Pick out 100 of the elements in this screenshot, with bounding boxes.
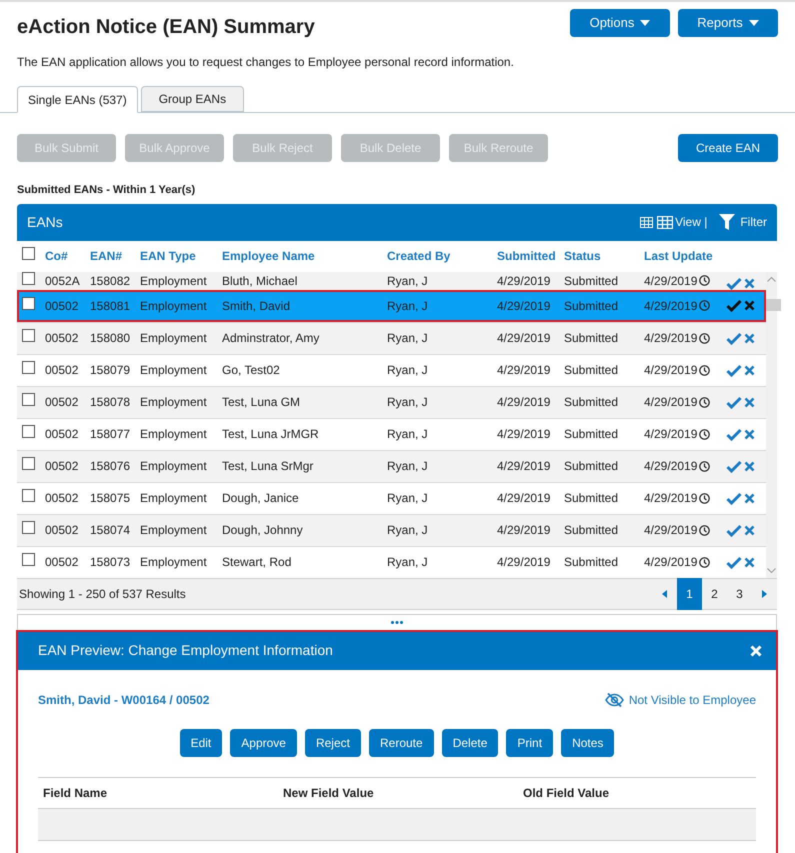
results-count: Showing 1 - 250 of 537 Results [19,586,186,602]
table-row[interactable]: 00502 158081 Employment Smith, David Ryan, J 4/29/2019 Submitted 4/29/2019 [17,290,766,322]
eye-slash-icon [604,692,624,706]
clock-icon [699,275,710,286]
table-cell-text: Submitted [564,490,620,507]
page-link[interactable]: 3 [727,578,752,610]
column-header[interactable]: EAN# [90,247,140,265]
table-cell-text: Test, Luna JrMGR [222,426,320,443]
table-cell-text: Ryan, J [387,426,429,443]
clock-icon [699,300,710,311]
action-button[interactable]: Notes [561,728,614,756]
checkmark-icon [726,460,742,472]
table-cell-text: Submitted [564,394,620,411]
table-cell-text: 00502 [45,330,80,347]
action-button[interactable]: Approve [230,728,297,756]
table-cell-text: 158075 [90,490,132,507]
table-cell-text: Submitted [564,298,620,314]
page-link[interactable]: 2 [702,578,727,610]
prev-page-icon [662,590,667,598]
column-header[interactable]: Last Update [644,247,726,265]
table-cell-text: 00502 [45,362,80,379]
close-icon [744,278,755,288]
tab[interactable]: Group EANs [140,86,244,112]
table-cell-text: Employment [140,458,208,475]
action-button[interactable]: Reroute [368,728,434,756]
table-cell-text: Employment [140,362,208,379]
clock-icon [699,364,710,376]
table-cell-text: Employment [140,394,208,411]
column-header[interactable]: Submitted [497,247,564,265]
page-description: The EAN application allows you to request changes to Employee personal record information. [16,54,515,71]
table-row[interactable]: 00502 158078 Employment Test, Luna GM Ryan, J 4/29/2019 Submitted 4/29/2019 [17,386,766,418]
table-cell-text: 158073 [90,554,132,571]
employee-link[interactable]: Smith, David - W00164 / 00502 [38,690,210,708]
table-row[interactable]: 0052A 158082 Employment Bluth, Michael Ryan, J 4/29/2019 Submitted 4/29/2019 [17,272,766,290]
checkbox[interactable] [22,296,35,310]
close-icon [744,556,755,568]
drag-handle-icon [391,620,403,624]
table-cell-text: Ryan, J [387,298,429,314]
filter-button[interactable]: Filter [740,213,767,231]
table-cell-text: 158079 [90,362,132,379]
close-icon [744,524,755,536]
scrollbar-thumb[interactable] [766,298,781,310]
table-cell-text: Ryan, J [387,490,429,507]
checkbox[interactable] [22,489,35,502]
table-cell-text: 4/29/2019 [644,394,698,411]
table-cell-text: Ryan, J [387,458,429,475]
table-row[interactable]: 00502 158080 Employment Adminstrator, Amy Ryan, J 4/29/2019 Submitted 4/29/2019 [17,322,766,354]
action-button[interactable]: Print [506,728,554,756]
table-row[interactable]: 00502 158074 Employment Dough, Johnny Ryan, J 4/29/2019 Submitted 4/29/2019 [17,514,766,546]
table-cell-text: Submitted [564,554,620,571]
clock-icon [699,460,710,472]
table-cell-text: 4/29/2019 [497,426,552,443]
column-header[interactable]: Employee Name [222,247,387,265]
column-header[interactable]: Co# [45,247,90,265]
dropdown-button[interactable]: Reports [678,9,778,37]
table-cell-text: Smith, David [222,298,292,314]
action-button[interactable]: Edit [180,728,222,756]
column-header[interactable]: Created By [387,247,497,265]
grid-icon [640,216,654,228]
checkbox[interactable] [22,272,35,284]
table-cell-text: Submitted [564,272,620,290]
checkmark-icon [726,492,742,504]
checkbox[interactable] [22,521,35,534]
clock-icon [699,396,710,408]
table-cell-text: 4/29/2019 [497,554,552,571]
checkbox[interactable] [22,247,35,260]
tab[interactable]: Single EANs (537) [17,86,138,113]
checkbox[interactable] [22,457,35,470]
close-icon [744,332,755,344]
checkbox[interactable] [22,393,35,406]
clock-icon [699,556,710,568]
table-cell-text: 4/29/2019 [644,490,698,507]
column-header[interactable]: EAN Type [140,247,222,265]
action-button[interactable]: Reject [304,728,361,756]
table-cell-text: 00502 [45,298,80,314]
table-cell-text: Ryan, J [387,394,429,411]
checkbox[interactable] [22,329,35,342]
checkmark-icon [726,428,742,440]
checkbox[interactable] [22,553,35,566]
table-row[interactable]: 00502 158076 Employment Test, Luna SrMgr Ryan, J 4/29/2019 Submitted 4/29/2019 [17,450,766,482]
visibility-status: Not Visible to Employee [628,692,756,708]
view-button[interactable]: View | [675,213,708,231]
page-title: eAction Notice (EAN) Summary [17,15,315,40]
checkbox[interactable] [22,361,35,374]
table-cell-text: Bluth, Michael [222,272,298,290]
table-cell-text: 00502 [45,394,80,411]
grid-icon [657,216,674,228]
dropdown-button[interactable]: Options [570,9,670,37]
table-cell-text: 4/29/2019 [497,272,552,290]
table-cell-text: 4/29/2019 [497,458,552,475]
clock-icon [699,428,710,440]
column-header[interactable]: Status [564,247,644,265]
table-cell-text: 00502 [45,522,80,539]
create-button[interactable]: Create EAN [678,134,778,162]
table-cell-text: 158080 [90,330,132,347]
checkbox[interactable] [22,425,35,438]
action-button[interactable]: Delete [442,728,498,756]
table-cell-text: 158076 [90,458,132,475]
table-cell-text: 00502 [45,554,80,571]
page-link[interactable]: 1 [677,578,702,610]
